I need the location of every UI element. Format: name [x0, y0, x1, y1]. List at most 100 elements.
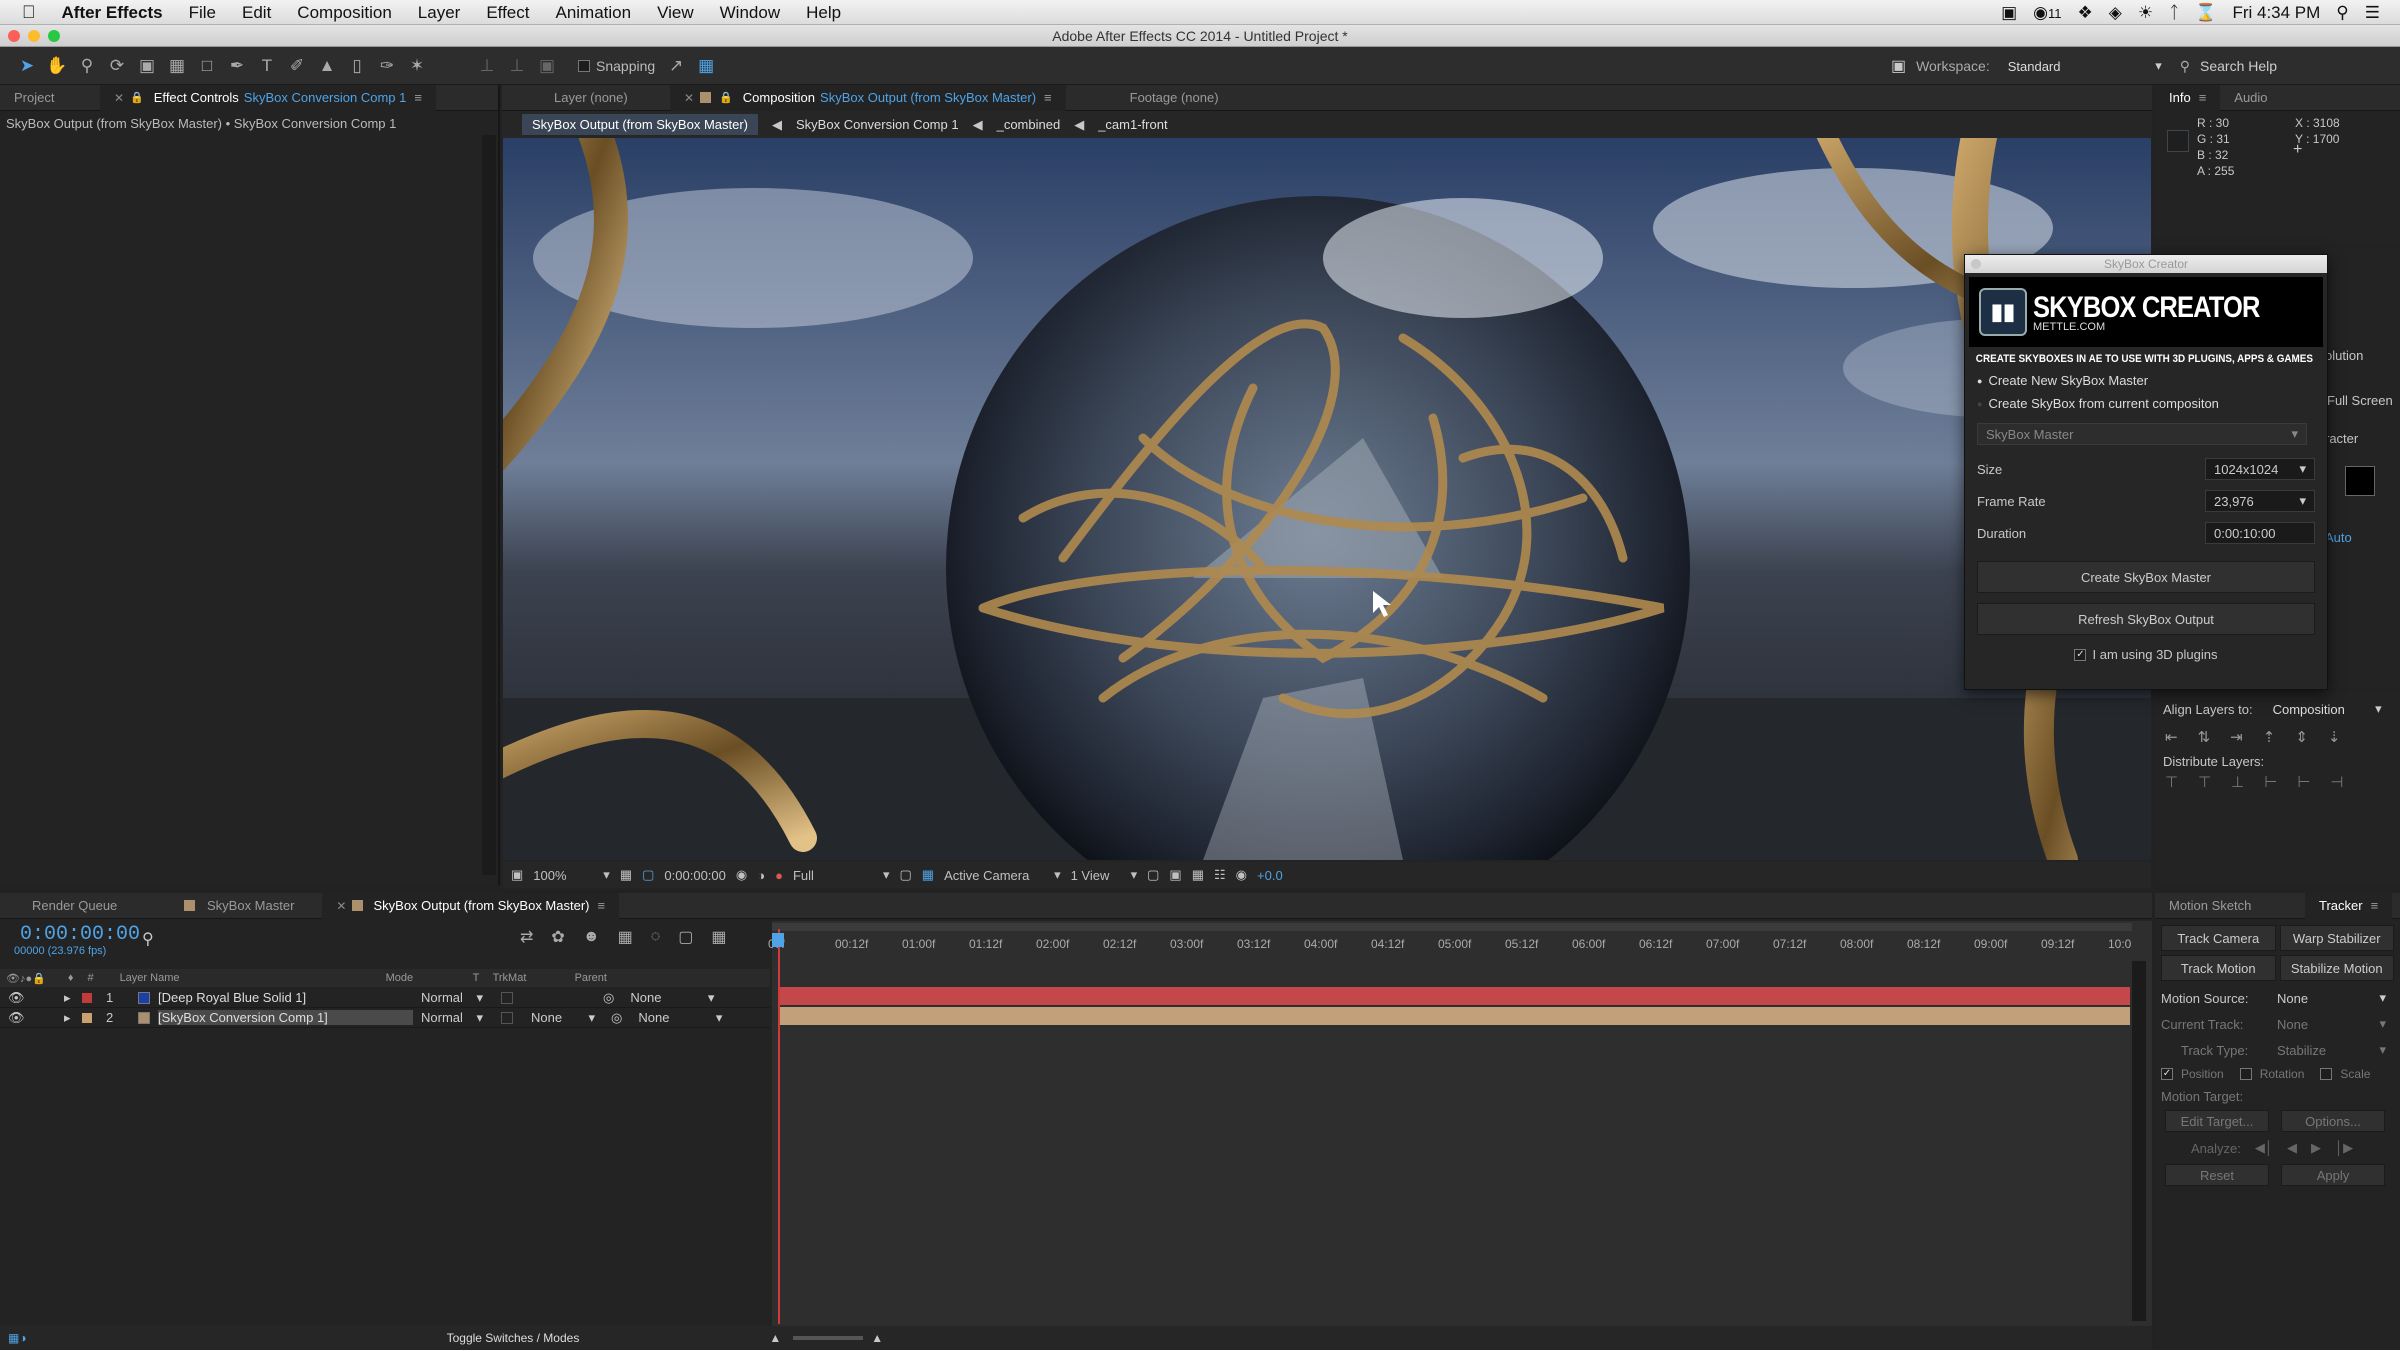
tab-footage[interactable]: Footage (none) [1116, 85, 1233, 111]
bluetooth-icon[interactable]: ᛏ [2169, 3, 2179, 23]
current-track-dropdown[interactable]: None ▾ [2269, 1013, 2394, 1035]
shy-icon[interactable]: ☻ [583, 928, 600, 946]
distribute-top-icon[interactable]: ⊤ [2165, 773, 2178, 791]
col-parent[interactable]: Parent [575, 972, 607, 984]
align-bottom-icon[interactable]: ⇣ [2328, 728, 2341, 746]
channel-icon[interactable]: ● [775, 868, 783, 883]
fast-previews-icon[interactable]: ▣ [1169, 867, 1181, 883]
timeline-timecode[interactable]: 0:00:00:00 [20, 923, 140, 946]
radio-selected-icon[interactable]: ● [1977, 376, 1982, 386]
flow-item-conversion[interactable]: SkyBox Conversion Comp 1 [796, 117, 959, 132]
duration-input[interactable]: 0:00:10:00 [2205, 522, 2315, 544]
layer-bar-1[interactable] [778, 987, 2130, 1005]
spotlight-icon[interactable]: ⚲ [2336, 3, 2348, 23]
time-graph[interactable]: 00f00:12f01:00f01:12f02:00f02:12f03:00f0… [768, 921, 2152, 1326]
puppet-pin-tool-icon[interactable]: ✶ [404, 53, 430, 79]
col-layer-name[interactable]: Layer Name [120, 972, 386, 984]
zoom-tool-icon[interactable]: ⚲ [74, 53, 100, 79]
comp-mini-flowchart-icon[interactable]: ⇄ [520, 927, 533, 947]
close-window-icon[interactable] [8, 30, 20, 42]
effect-scrollbar[interactable] [482, 135, 496, 875]
close-icon[interactable]: ✕ [684, 85, 694, 111]
col-trkmat[interactable]: TrkMat [493, 972, 575, 984]
brush-tool-icon[interactable]: ✐ [284, 53, 310, 79]
snap-features-icon[interactable]: ▦ [693, 53, 719, 79]
lock-icon[interactable]: 🔒 [130, 85, 144, 111]
opt-from-comp[interactable]: ● Create SkyBox from current compositon [1965, 392, 2327, 415]
close-icon[interactable]: ✕ [114, 85, 124, 111]
exposure-value[interactable]: +0.0 [1257, 868, 1283, 883]
toggle-switches-modes[interactable]: Toggle Switches / Modes [447, 1331, 580, 1345]
footer-layer-switches-icon[interactable]: ▦◑ [8, 1331, 27, 1345]
rotation-checkbox[interactable] [2239, 1068, 2252, 1080]
eraser-tool-icon[interactable]: ▯ [344, 53, 370, 79]
layer-name[interactable]: [Deep Royal Blue Solid 1] [158, 990, 413, 1005]
reset-button[interactable]: Reset [2165, 1164, 2269, 1186]
dropbox-icon[interactable]: ❖ [2077, 3, 2092, 23]
flowchart-icon[interactable]: ☷ [1214, 867, 1226, 883]
partial-character-tab[interactable]: racter [2325, 431, 2358, 446]
clone-stamp-tool-icon[interactable]: ▲ [314, 53, 340, 79]
playhead[interactable] [778, 929, 780, 1324]
radio-icon[interactable]: ● [1977, 399, 1982, 409]
menu-window[interactable]: Window [707, 0, 793, 25]
tab-project[interactable]: Project [0, 85, 100, 111]
camera-dropdown[interactable]: Active Camera [944, 868, 1044, 883]
analyze-backward-icon[interactable]: ◀ [2287, 1140, 2297, 1156]
analyze-back-frame-icon[interactable]: ◀│ [2255, 1140, 2273, 1156]
expand-arrow-icon[interactable]: ▸ [64, 990, 82, 1006]
zoom-slider[interactable] [793, 1336, 864, 1340]
search-icon[interactable]: ⚲ [142, 929, 154, 949]
fps-dropdown[interactable]: 23,976 ▾ [2205, 490, 2315, 512]
cc-status-icon[interactable]: ◉11 [2033, 3, 2061, 23]
panel-menu-icon[interactable]: ≡ [2199, 90, 2207, 105]
resolution-dropdown[interactable]: Full [793, 868, 873, 883]
pan-behind-tool-icon[interactable]: ▦ [164, 53, 190, 79]
motion-blur-icon[interactable]: ◌ [651, 928, 661, 946]
region-of-interest-icon[interactable]: ▢ [899, 867, 911, 883]
playhead-handle-icon[interactable] [772, 933, 784, 947]
layer-name[interactable]: [SkyBox Conversion Comp 1] [158, 1010, 413, 1025]
panel-menu-icon[interactable]: ≡ [598, 893, 606, 919]
panel-menu-icon[interactable]: ≡ [2371, 898, 2379, 913]
chevron-down-icon[interactable]: ▾ [1131, 867, 1138, 883]
tab-tracker[interactable]: Tracker ≡ [2305, 892, 2393, 919]
show-snapshot-icon[interactable]: ◑ [757, 868, 765, 883]
camera-status-icon[interactable]: ▣ [2001, 3, 2017, 23]
3d-plugins-checkbox[interactable]: ✓ [2074, 648, 2087, 661]
layer-mode-dropdown[interactable]: Normal ▾ [413, 1008, 491, 1027]
position-checkbox[interactable]: ✓ [2161, 1068, 2173, 1080]
close-window-icon[interactable] [1971, 259, 1981, 269]
tab-render-queue[interactable]: Render Queue [0, 893, 170, 919]
notification-icon[interactable]: ☰ [2365, 3, 2380, 23]
flow-item-cam1[interactable]: _cam1-front [1098, 117, 1167, 132]
brightness-icon[interactable]: ☀ [2138, 3, 2153, 23]
table-row[interactable]: 👁 ▸ 2 [SkyBox Conversion Comp 1] Normal ▾… [0, 1008, 770, 1028]
menu-view[interactable]: View [644, 0, 707, 25]
preserve-transparency-checkbox[interactable] [501, 991, 513, 1004]
view-layout-dropdown[interactable]: 1 View [1071, 868, 1121, 883]
lock-icon[interactable]: 🔒 [719, 85, 733, 111]
distribute-vcenter-icon[interactable]: ⊤ [2198, 773, 2211, 791]
keyframe-icon[interactable]: ▦ [711, 927, 726, 947]
preserve-transparency-checkbox[interactable] [501, 1011, 513, 1024]
align-top-icon[interactable]: ⇡ [2263, 728, 2276, 746]
size-dropdown[interactable]: 1024x1024 ▾ [2205, 458, 2315, 480]
rotation-tool-icon[interactable]: ⟳ [104, 53, 130, 79]
axis-world-icon[interactable]: ⊥ [504, 53, 530, 79]
tab-audio[interactable]: Audio [2220, 85, 2281, 111]
layer-parent-dropdown[interactable]: None ▾ [622, 988, 723, 1007]
always-preview-icon[interactable]: ▣ [511, 867, 523, 883]
pickwhip-icon[interactable]: ◎ [611, 1010, 622, 1026]
tab-effect-controls[interactable]: ✕ 🔒 Effect Controls SkyBox Conversion Co… [100, 84, 436, 111]
table-row[interactable]: 👁 ▸ 1 [Deep Royal Blue Solid 1] Normal ▾ … [0, 988, 770, 1008]
distribute-bottom-icon[interactable]: ⊥ [2231, 773, 2244, 791]
tab-skybox-output[interactable]: ✕ SkyBox Output (from SkyBox Master) ≡ [322, 892, 620, 919]
toggle-pixel-aspect-icon[interactable]: ▢ [1147, 867, 1159, 883]
col-mode[interactable]: Mode [386, 972, 473, 984]
menu-app[interactable]: After Effects [49, 0, 176, 25]
align-left-icon[interactable]: ⇤ [2165, 728, 2178, 746]
zoom-out-icon[interactable]: ▲ [769, 1331, 781, 1345]
magnification-dropdown[interactable]: 100% [533, 868, 593, 883]
align-vcenter-icon[interactable]: ⇕ [2295, 728, 2308, 746]
